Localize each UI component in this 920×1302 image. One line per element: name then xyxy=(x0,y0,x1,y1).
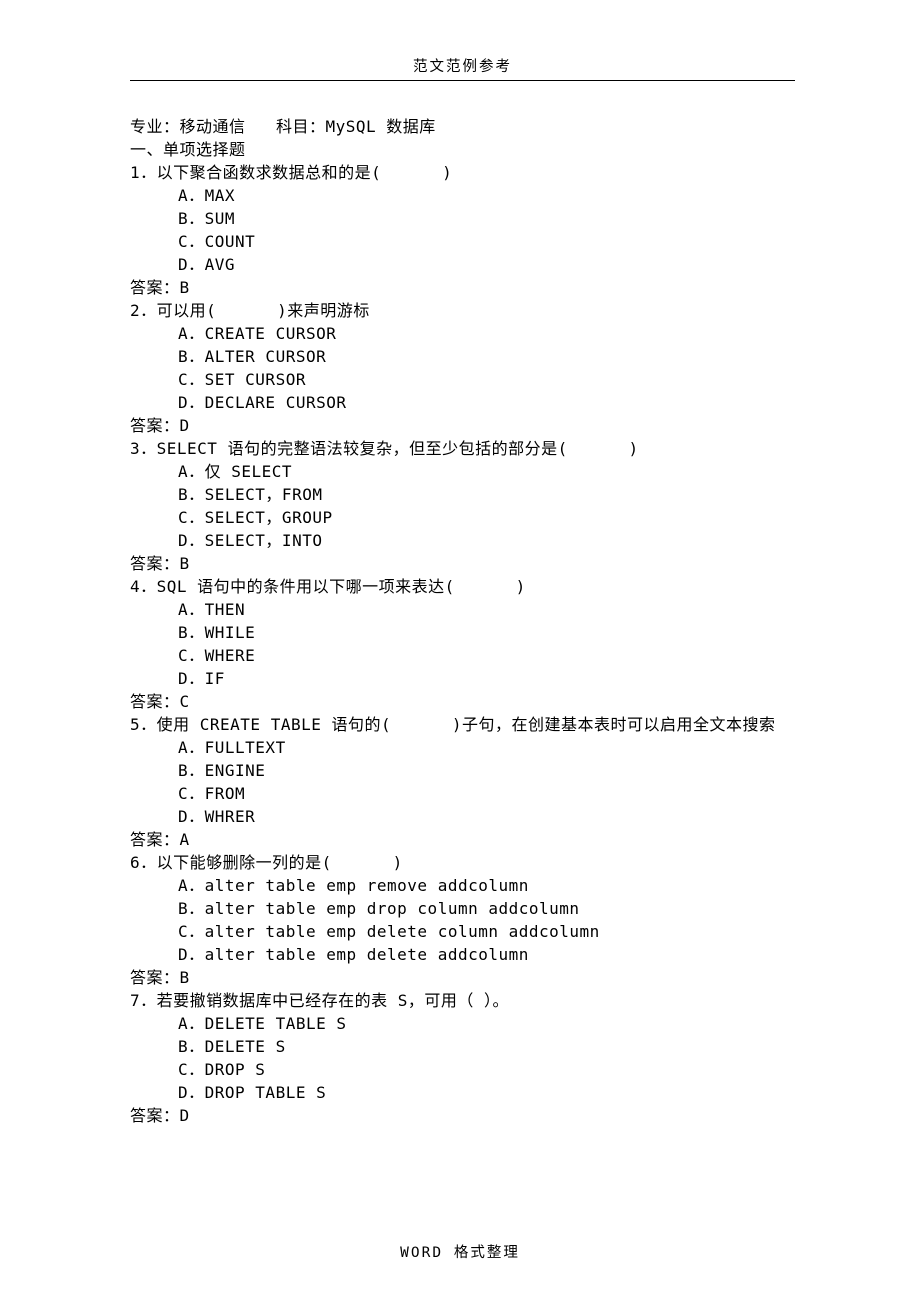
question-stem: 7．若要撤销数据库中已经存在的表 S，可用（ ）。 xyxy=(130,989,795,1012)
question-stem: 5．使用 CREATE TABLE 语句的( )子句，在创建基本表时可以启用全文… xyxy=(130,713,795,736)
question-option: D．DROP TABLE S xyxy=(130,1081,795,1104)
question-option: A．DELETE TABLE S xyxy=(130,1012,795,1035)
major-label: 专业： xyxy=(130,117,180,136)
question-option: D．DECLARE CURSOR xyxy=(130,391,795,414)
question-answer: 答案：A xyxy=(130,828,795,851)
question-option: D．AVG xyxy=(130,253,795,276)
question-option: C．SELECT，GROUP xyxy=(130,506,795,529)
question-option: C．COUNT xyxy=(130,230,795,253)
question-stem: 3．SELECT 语句的完整语法较复杂，但至少包括的部分是( ) xyxy=(130,437,795,460)
question-answer: 答案：D xyxy=(130,414,795,437)
question-option: D．IF xyxy=(130,667,795,690)
questions-container: 1．以下聚合函数求数据总和的是( )A．MAXB．SUMC．COUNTD．AVG… xyxy=(130,161,795,1127)
question-option: B．SELECT，FROM xyxy=(130,483,795,506)
question-answer: 答案：B xyxy=(130,552,795,575)
question-option: D．WHRER xyxy=(130,805,795,828)
subject-value: MySQL 数据库 xyxy=(325,117,435,136)
question-option: C．WHERE xyxy=(130,644,795,667)
question-option: C．alter table emp delete column addcolum… xyxy=(130,920,795,943)
question-answer: 答案：D xyxy=(130,1104,795,1127)
question-option: B．ALTER CURSOR xyxy=(130,345,795,368)
question-option: B．SUM xyxy=(130,207,795,230)
question-option: A．alter table emp remove addcolumn xyxy=(130,874,795,897)
question-stem: 2．可以用( )来声明游标 xyxy=(130,299,795,322)
page: 范文范例参考 专业：移动通信 科目：MySQL 数据库 一、单项选择题 1．以下… xyxy=(0,0,920,1302)
question-option: C．FROM xyxy=(130,782,795,805)
question-option: B．WHILE xyxy=(130,621,795,644)
question-answer: 答案：B xyxy=(130,276,795,299)
question-stem: 4．SQL 语句中的条件用以下哪一项来表达( ) xyxy=(130,575,795,598)
question-option: A．THEN xyxy=(130,598,795,621)
question-option: C．SET CURSOR xyxy=(130,368,795,391)
header-rule xyxy=(130,80,795,81)
subject-label: 科目： xyxy=(276,117,326,136)
page-footer: WORD 格式整理 xyxy=(0,1241,920,1262)
question-stem: 1．以下聚合函数求数据总和的是( ) xyxy=(130,161,795,184)
question-option: A．MAX xyxy=(130,184,795,207)
question-option: B．DELETE S xyxy=(130,1035,795,1058)
content: 专业：移动通信 科目：MySQL 数据库 一、单项选择题 1．以下聚合函数求数据… xyxy=(130,115,795,1127)
question-option: B．ENGINE xyxy=(130,759,795,782)
section-title: 一、单项选择题 xyxy=(130,138,795,161)
question-option: B．alter table emp drop column addcolumn xyxy=(130,897,795,920)
question-answer: 答案：B xyxy=(130,966,795,989)
question-answer: 答案：C xyxy=(130,690,795,713)
question-option: A．仅 SELECT xyxy=(130,460,795,483)
question-stem: 6．以下能够删除一列的是( ) xyxy=(130,851,795,874)
question-option: C．DROP S xyxy=(130,1058,795,1081)
page-header: 范文范例参考 xyxy=(130,55,795,76)
question-option: D．alter table emp delete addcolumn xyxy=(130,943,795,966)
question-option: A．CREATE CURSOR xyxy=(130,322,795,345)
question-option: A．FULLTEXT xyxy=(130,736,795,759)
major-value: 移动通信 xyxy=(180,117,246,136)
question-option: D．SELECT，INTO xyxy=(130,529,795,552)
intro-line: 专业：移动通信 科目：MySQL 数据库 xyxy=(130,115,795,138)
